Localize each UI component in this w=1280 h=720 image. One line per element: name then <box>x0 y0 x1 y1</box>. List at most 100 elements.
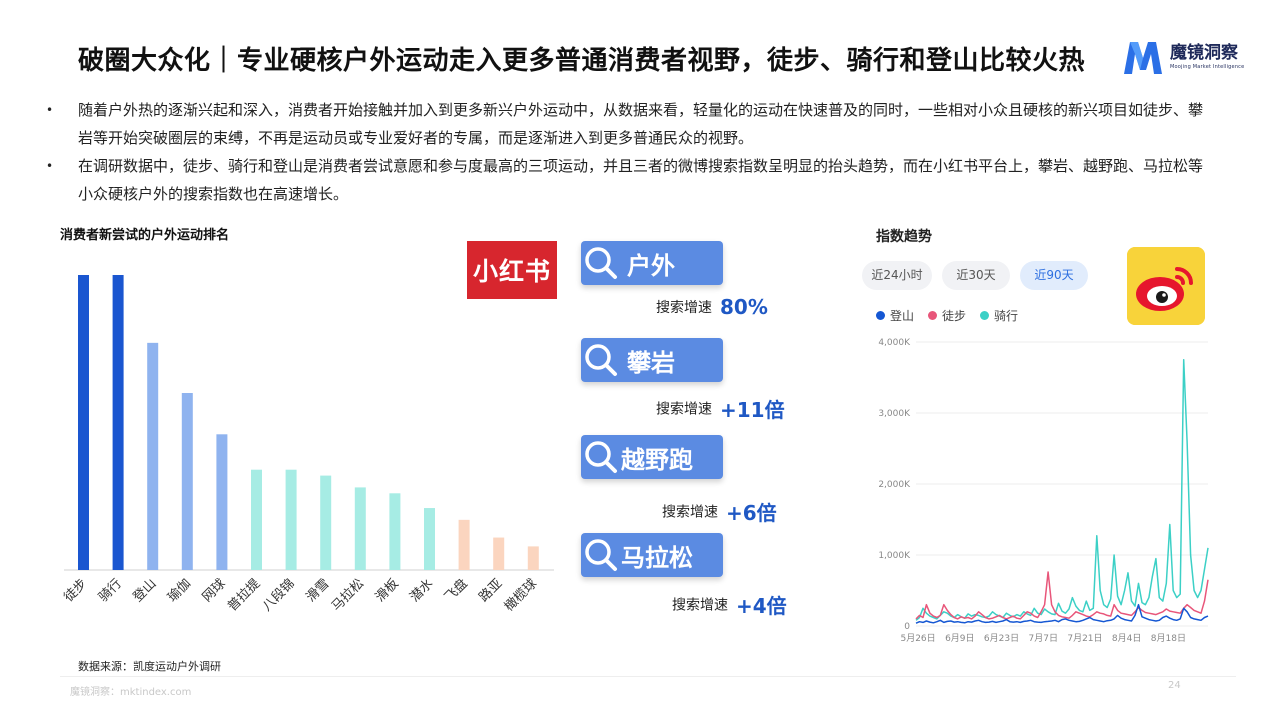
search-growth-label: 搜索增速 <box>672 597 728 614</box>
footer-divider <box>60 676 1236 677</box>
search-icon <box>585 344 617 376</box>
brand-logo: 魔镜洞察 Moojing Market Intelligence <box>1120 38 1244 76</box>
x-tick-label: 7月7日 <box>1029 633 1058 644</box>
xiaohongshu-logo: 小红书 <box>467 241 557 299</box>
search-icon <box>585 441 617 473</box>
bar-tick-label: 骑行 <box>96 576 125 605</box>
search-growth-label: 搜索增速 <box>656 401 712 418</box>
bar <box>354 487 366 570</box>
bar-tick-label: 滑板 <box>373 576 402 605</box>
search-growth-trail-running: 搜索增速 +6倍 <box>662 497 777 526</box>
bar-chart-title: 消费者新尝试的户外运动排名 <box>60 228 230 243</box>
search-growth-label: 搜索增速 <box>662 504 718 521</box>
series-line-登山 <box>915 603 1209 624</box>
bar-tick-label: 网球 <box>200 576 229 605</box>
trend-legend: 登山 徒步 骑行 <box>876 307 1032 324</box>
bar <box>78 275 89 570</box>
bar <box>251 469 262 570</box>
bar <box>285 469 297 570</box>
search-tag-label: 越野跑 <box>621 445 693 474</box>
search-tag-label: 攀岩 <box>627 348 675 377</box>
search-growth-value: +4倍 <box>736 594 787 618</box>
x-tick-label: 6月23日 <box>984 633 1019 644</box>
bar-tick-label: 潜水 <box>407 576 436 605</box>
search-tag-label: 户外 <box>627 251 675 280</box>
y-tick-label: 1,000K <box>878 551 911 561</box>
bar <box>147 342 159 570</box>
legend-label: 登山 <box>890 309 915 323</box>
bullet-marker: • <box>46 159 54 173</box>
search-growth-value: +11倍 <box>720 398 785 422</box>
series-line-骑行 <box>915 359 1209 621</box>
bullet-marker: • <box>46 103 54 117</box>
bar <box>320 475 332 570</box>
search-icon <box>585 539 617 571</box>
bar-tick-label: 普拉提 <box>224 576 263 615</box>
bar <box>112 275 124 570</box>
page-number: 24 <box>1168 680 1181 691</box>
y-tick-label: 2,000K <box>878 480 911 490</box>
y-tick-label: 3,000K <box>878 409 911 419</box>
bar-tick-label: 滑雪 <box>304 576 333 605</box>
legend-item: 登山 <box>876 307 914 324</box>
summary-bullets: • 随着户外热的逐渐兴起和深入，消费者开始接触并加入到更多新兴户外运动中，从数据… <box>46 96 1216 208</box>
legend-swatch <box>980 311 990 320</box>
bullet-item: • 随着户外热的逐渐兴起和深入，消费者开始接触并加入到更多新兴户外运动中，从数据… <box>46 96 1216 152</box>
bar <box>458 519 470 570</box>
bar-tick-label: 马拉松 <box>329 576 367 614</box>
brand-name-en: Moojing Market Intelligence <box>1170 64 1245 70</box>
x-tick-label: 6月9日 <box>945 633 974 644</box>
search-growth-value: +6倍 <box>726 501 777 525</box>
weibo-logo <box>1127 247 1205 325</box>
data-source: 数据来源：凯度运动户外调研 <box>78 660 221 673</box>
legend-item: 骑行 <box>980 307 1018 324</box>
bar-tick-label: 登山 <box>131 576 160 605</box>
bar <box>216 434 228 570</box>
search-growth-marathon: 搜索增速 +4倍 <box>672 590 787 619</box>
x-tick-label: 8月4日 <box>1112 633 1141 644</box>
page-title: 破圈大众化｜专业硬核户外运动走入更多普通消费者视野，徒步、骑行和登山比较火热 <box>78 46 1086 76</box>
bar <box>389 493 401 570</box>
search-tag-climbing: 攀岩 <box>581 338 723 382</box>
trend-chart-title: 指数趋势 <box>876 229 932 245</box>
bullet-item: • 在调研数据中，徒步、骑行和登山是消费者尝试意愿和参与度最高的三项运动，并且三… <box>46 152 1216 208</box>
bar-tick-label: 徒步 <box>61 576 90 605</box>
search-tag-marathon: 马拉松 <box>581 533 723 577</box>
bar-tick-label: 瑜伽 <box>165 576 194 605</box>
x-tick-label: 8月18日 <box>1151 633 1186 644</box>
search-growth-climbing: 搜索增速 +11倍 <box>656 394 785 423</box>
bar <box>181 393 193 570</box>
search-growth-outdoor: 搜索增速 80% <box>656 295 768 319</box>
tab-24h[interactable]: 近24小时 <box>862 261 932 290</box>
bar-tick-label: 路亚 <box>476 576 506 606</box>
bar-tick-label: 橄榄球 <box>501 576 540 615</box>
footer-site: 魔镜洞察：mktindex.com <box>70 687 192 698</box>
bar-tick-label: 八段锦 <box>260 576 298 614</box>
legend-swatch <box>876 311 885 320</box>
y-tick-label: 0 <box>904 622 910 632</box>
bar <box>424 508 435 570</box>
legend-label: 徒步 <box>942 309 967 323</box>
search-icon <box>585 247 617 279</box>
brand-name: 魔镜洞察 <box>1170 43 1238 63</box>
bullet-text: 随着户外热的逐渐兴起和深入，消费者开始接触并加入到更多新兴户外运动中，从数据来看… <box>78 101 1204 147</box>
legend-item: 徒步 <box>928 307 966 324</box>
search-tag-label: 马拉松 <box>621 543 693 572</box>
x-tick-label: 7月21日 <box>1067 633 1102 644</box>
x-tick-label: 5月26日 <box>900 633 935 644</box>
search-tag-trail-running: 越野跑 <box>581 435 723 479</box>
legend-swatch <box>928 311 938 320</box>
tab-30d[interactable]: 近30天 <box>942 261 1010 290</box>
bar-tick-label: 飞盘 <box>441 576 471 606</box>
sports-ranking-bar-chart: 徒步 骑行 登山 瑜伽 网球普拉提八段锦 滑雪马拉松 滑板 潜水 飞盘 路亚橄榄球 <box>61 275 554 615</box>
search-growth-value: 80% <box>720 295 768 319</box>
search-growth-label: 搜索增速 <box>656 300 712 316</box>
y-tick-label: 4,000K <box>878 338 911 348</box>
moojing-logo-icon <box>1124 42 1162 74</box>
search-tag-outdoor: 户外 <box>581 241 723 285</box>
bar <box>493 537 505 570</box>
trend-line-chart: 0 1,000K 2,000K 3,000K 4,000K 5月26日 6月9日 6月23日 7… <box>878 338 1209 644</box>
bar <box>527 546 539 570</box>
tab-90d[interactable]: 近90天 <box>1020 261 1088 290</box>
legend-label: 骑行 <box>994 309 1019 323</box>
